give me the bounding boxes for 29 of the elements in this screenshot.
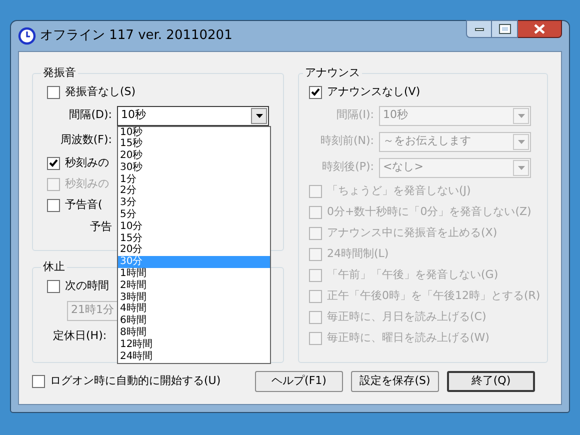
checkbox-label: ログオン時に自動的に開始する(U)	[50, 373, 221, 390]
checkbox-label: 「ちょうど」を発音しない(J)	[327, 182, 471, 199]
checkbox-label: 発振音なし(S)	[65, 84, 136, 100]
field-label: 周波数(F):	[59, 132, 113, 148]
dropdown: <なし>	[379, 158, 531, 178]
dropdown: ～をお伝えします	[379, 132, 531, 152]
dropdown: 10秒	[379, 106, 531, 126]
field-label: 時刻後(P):	[321, 159, 375, 176]
checkbox-label: アナウンス中に発振音を止める(X)	[327, 224, 498, 241]
checkbox-label: 毎正時に、曜日を読み上げる(W)	[327, 330, 490, 346]
group-title: アナウンス	[304, 66, 361, 81]
checkbox-label: 正午「午後0時」を「午後12時」とする(R)	[327, 288, 540, 304]
field-label: 間隔(I):	[335, 107, 375, 124]
group-title: 休止	[42, 259, 66, 275]
checkbox-label: 秒刻みの	[65, 154, 109, 171]
checkbox-label: 次の時間	[65, 278, 109, 294]
checkbox-label: 「午前」「午後」を発音しない(G)	[327, 266, 498, 283]
checkbox-label: 予告音(	[65, 196, 102, 213]
checkbox-label: 毎正時に、月日を読み上げる(C)	[327, 308, 486, 325]
field-label: 予告	[89, 219, 113, 236]
field-label: 定休日(H):	[52, 328, 107, 344]
field-label: 間隔(D):	[68, 107, 113, 124]
group-title: 発振音	[42, 65, 77, 81]
checkbox-label: 0分+数十秒時に「0分」を発音しない(Z)	[327, 204, 532, 220]
field-label: 時刻前(N):	[319, 133, 375, 150]
checkbox-label: 24時間制(L)	[327, 246, 389, 262]
checkbox-label: 秒刻みの	[65, 176, 109, 192]
window-title: オフライン 117 ver. 20110201	[40, 27, 232, 46]
checkbox-label: アナウンスなし(V)	[327, 84, 420, 100]
